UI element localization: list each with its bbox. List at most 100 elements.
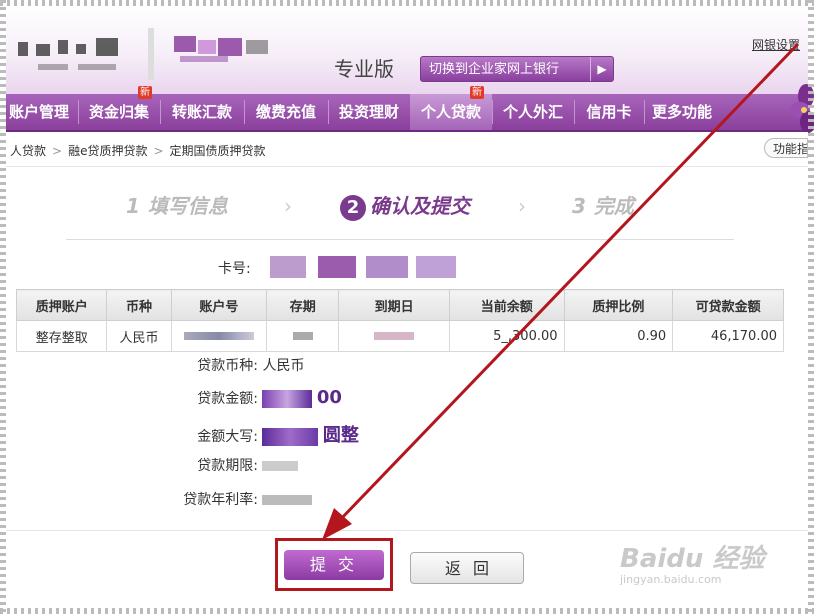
watermark-title: Baidu 经验 <box>620 544 765 574</box>
chevron-right-icon: › <box>518 194 526 218</box>
step-label: 完成 <box>593 194 634 218</box>
new-badge: 新 <box>138 86 152 99</box>
back-button[interactable]: 返回 <box>410 552 524 584</box>
bank-header: 专业版 切换到企业家网上银行 ▶ 网银设置 <box>6 6 808 94</box>
table-row: 整存整取 人民币 5_,300.00 0.90 46,170.00 <box>15 320 784 352</box>
cell-value: 5_,300.00 <box>493 328 558 344</box>
nav-item-label: 账户管理 <box>8 103 69 121</box>
term-row: 贷款期限: <box>168 455 299 475</box>
step-2: 2 确认及提交 <box>340 190 470 221</box>
rate-row: 贷款年利率: <box>168 489 313 509</box>
nav-item-label: 更多功能 <box>651 103 712 121</box>
cell-blurred <box>183 332 254 340</box>
cell-value: 人民币 <box>119 330 159 346</box>
cell-blurred <box>292 332 313 340</box>
nav-item-label: 投资理财 <box>338 103 399 121</box>
breadcrumb-item[interactable]: 定期国债质押贷款 <box>170 144 266 158</box>
new-badge: 新 <box>470 86 484 99</box>
step-number: 3 <box>572 194 586 218</box>
nav-item-label: 个人外汇 <box>502 103 563 121</box>
table-cell: 46,170.00 <box>672 320 784 352</box>
nav-item-7[interactable]: 个人外汇 <box>492 94 574 130</box>
column-header: 质押账户 <box>15 289 108 321</box>
function-guide-button[interactable]: 功能指 <box>764 138 808 158</box>
column-header: 当前余额 <box>449 289 565 321</box>
bank-logo-blurred <box>18 34 128 76</box>
rate-blurred <box>262 495 313 505</box>
nav-item-5[interactable]: 投资理财 <box>328 94 410 130</box>
nav-item-label: 转账汇款 <box>171 103 232 121</box>
footer-divider <box>6 530 808 531</box>
steps-divider <box>66 239 734 240</box>
play-arrow-icon: ▶ <box>590 57 613 81</box>
nav-item-4[interactable]: 缴费充值 <box>244 94 328 130</box>
table-cell: 0.90 <box>563 320 674 352</box>
currency-label: 贷款币种: <box>197 358 258 374</box>
pledge-account-table: 质押账户 币种 账户号 存期 到期日 当前余额 质押比例 可贷款金额 整存整取 人民币 5_,30… <box>15 289 784 352</box>
header-separator <box>148 28 154 80</box>
cell-value: 46,170.00 <box>710 328 777 344</box>
step-1: 1 填写信息 <box>126 190 228 219</box>
term-label: 贷款期限: <box>197 458 258 474</box>
amount-in-words-row: 金额大写: 圆整 <box>168 421 359 447</box>
table-cell: 5_,300.00 <box>449 320 565 352</box>
table-header-row: 质押账户 币种 账户号 存期 到期日 当前余额 质押比例 可贷款金额 <box>15 289 784 321</box>
frame-border-left <box>0 0 6 614</box>
screenshot-frame: 专业版 切换到企业家网上银行 ▶ 网银设置 账户管理 资金归集 新转账汇款 缴费充值 投… <box>0 0 814 614</box>
nav-item-2[interactable]: 资金归集 新 <box>78 86 160 130</box>
breadcrumb-item[interactable]: 融e贷质押贷款 <box>68 144 147 158</box>
amount-blurred <box>262 390 313 408</box>
nav-item-label: 缴费充值 <box>255 103 316 121</box>
nav-item-label: 资金归集 <box>88 103 149 121</box>
nav-item-label: 信用卡 <box>586 103 632 121</box>
main-nav: 账户管理 资金归集 新转账汇款 缴费充值 投资理财 个人贷款 新个人外汇 信用卡 更多功能 <box>6 86 808 132</box>
nav-item-8[interactable]: 信用卡 <box>574 94 644 130</box>
amount-label: 贷款金额: <box>197 391 258 407</box>
column-header: 币种 <box>106 289 172 321</box>
table-cell: 整存整取 <box>15 320 108 352</box>
column-header: 可贷款金额 <box>672 289 784 321</box>
table-cell: 人民币 <box>106 320 172 352</box>
baidu-watermark: Baidu 经验 jingyan.baidu.com <box>620 538 764 586</box>
step-number: 2 <box>340 195 366 221</box>
step-label: 确认及提交 <box>370 194 470 218</box>
step-label: 填写信息 <box>147 194 228 218</box>
progress-steps: 1 填写信息 2 确认及提交 3 完成 › › <box>0 190 814 222</box>
table-cell <box>170 320 268 352</box>
cell-value: 0.90 <box>637 328 667 344</box>
submit-button[interactable]: 提交 <box>284 550 384 580</box>
user-name-blurred <box>166 32 276 66</box>
breadcrumb-separator: > <box>52 144 63 158</box>
column-header: 账户号 <box>170 289 268 321</box>
card-number-label: 卡号: <box>218 261 251 277</box>
currency-row: 贷款币种: 人民币 <box>168 355 304 375</box>
nav-item-6[interactable]: 个人贷款 新 <box>410 86 492 130</box>
submit-highlight-box: 提交 <box>275 538 393 591</box>
chevron-right-icon: › <box>284 194 292 218</box>
switch-to-business-button[interactable]: 切换到企业家网上银行 ▶ <box>420 56 614 82</box>
column-header: 存期 <box>266 289 340 321</box>
breadcrumb-item[interactable]: 人贷款 <box>10 144 46 158</box>
currency-value: 人民币 <box>262 358 305 374</box>
column-header: 到期日 <box>338 289 451 321</box>
breadcrumb-trail: 人贷款 > 融e贷质押贷款 > 定期国债质押贷款 <box>10 142 266 159</box>
frame-border-right <box>808 0 814 614</box>
column-header: 质押比例 <box>563 289 674 321</box>
frame-border-top <box>0 0 814 6</box>
amount-suffix: 00 <box>316 387 342 408</box>
amount-in-words-label: 金额大写: <box>197 429 258 445</box>
nav-item-9[interactable]: 更多功能 <box>644 94 720 130</box>
amount-in-words-blurred <box>262 428 319 446</box>
nav-item-3[interactable]: 转账汇款 <box>160 94 244 130</box>
breadcrumb: 人贷款 > 融e贷质押贷款 > 定期国债质押贷款 功能指 <box>6 132 808 167</box>
net-settings-link[interactable]: 网银设置 <box>752 36 800 53</box>
cell-blurred <box>374 332 415 340</box>
frame-border-bottom <box>0 608 814 614</box>
rate-label: 贷款年利率: <box>183 492 258 508</box>
step-number: 1 <box>126 194 140 218</box>
amount-in-words-suffix: 圆整 <box>322 425 359 446</box>
nav-item-1[interactable]: 账户管理 <box>0 94 78 130</box>
edition-label: 专业版 <box>334 57 394 81</box>
amount-row: 贷款金额: 00 <box>168 387 342 408</box>
term-blurred <box>262 461 299 471</box>
